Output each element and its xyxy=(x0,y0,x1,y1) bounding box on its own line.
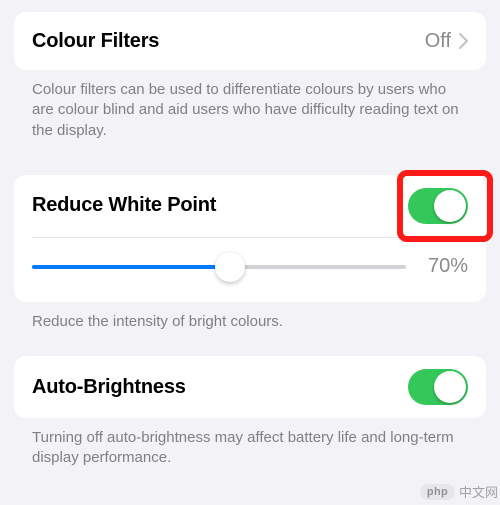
colour-filters-row[interactable]: Colour Filters Off xyxy=(14,12,486,70)
reduce-white-point-label: Reduce White Point xyxy=(32,194,408,217)
reduce-white-point-description: Reduce the intensity of bright colours. xyxy=(14,302,486,332)
colour-filters-card: Colour Filters Off xyxy=(14,12,486,70)
white-point-value: 70% xyxy=(420,255,468,278)
auto-brightness-label: Auto-Brightness xyxy=(32,376,408,399)
watermark-badge: php xyxy=(420,484,455,500)
reduce-white-point-card: Reduce White Point 70% xyxy=(14,175,486,302)
auto-brightness-description: Turning off auto-brightness may affect b… xyxy=(14,418,486,469)
colour-filters-value: Off xyxy=(425,30,451,53)
slider-fill xyxy=(32,265,230,269)
auto-brightness-row: Auto-Brightness xyxy=(14,356,486,418)
watermark: php 中文网 xyxy=(420,482,498,501)
reduce-white-point-toggle[interactable] xyxy=(408,188,468,224)
toggle-knob xyxy=(434,371,466,403)
toggle-knob xyxy=(434,190,466,222)
auto-brightness-toggle[interactable] xyxy=(408,369,468,405)
watermark-text: 中文网 xyxy=(459,482,498,501)
slider-thumb[interactable] xyxy=(215,252,245,282)
white-point-slider[interactable] xyxy=(32,252,406,282)
auto-brightness-card: Auto-Brightness xyxy=(14,356,486,418)
reduce-white-point-row: Reduce White Point xyxy=(14,175,486,237)
colour-filters-description: Colour filters can be used to differenti… xyxy=(14,70,486,141)
chevron-right-icon xyxy=(459,33,468,49)
colour-filters-label: Colour Filters xyxy=(32,30,425,53)
white-point-slider-row: 70% xyxy=(14,238,486,302)
